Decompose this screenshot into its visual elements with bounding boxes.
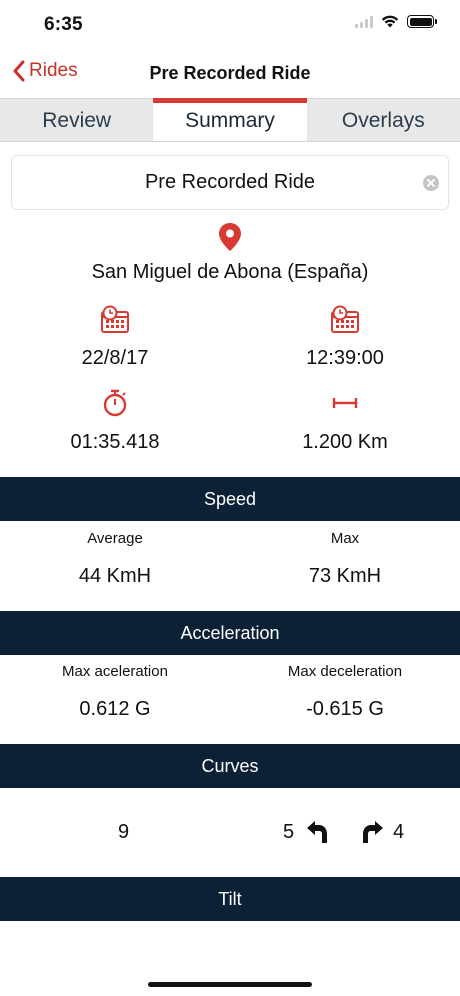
navigation-bar: Rides Pre Recorded Ride bbox=[0, 50, 460, 98]
calendar-clock-icon bbox=[101, 305, 129, 333]
ride-name-field bbox=[11, 155, 449, 210]
curves-section-header: Curves bbox=[0, 744, 460, 788]
distance-value: 1.200 Km bbox=[302, 431, 388, 453]
max-speed-cell: Max 73 KmH bbox=[230, 530, 460, 588]
left-curves-value: 5 bbox=[283, 821, 295, 843]
max-acceleration-value: 0.612 G bbox=[79, 698, 151, 720]
home-indicator[interactable] bbox=[148, 982, 312, 987]
turn-right-arrow-icon bbox=[363, 821, 383, 843]
date-value: 22/8/17 bbox=[81, 347, 149, 369]
date-cell: 22/8/17 bbox=[0, 305, 230, 370]
max-speed-value: 73 KmH bbox=[308, 565, 382, 587]
tab-overlays[interactable]: Overlays bbox=[307, 99, 460, 141]
distance-cell: 1.200 Km bbox=[230, 389, 460, 454]
max-deceleration-label: Max deceleration bbox=[287, 663, 403, 680]
max-acceleration-cell: Max aceleration 0.612 G bbox=[0, 663, 230, 721]
max-deceleration-cell: Max deceleration -0.615 G bbox=[230, 663, 460, 721]
average-speed-cell: Average 44 KmH bbox=[0, 530, 230, 588]
stopwatch-icon bbox=[103, 389, 127, 417]
curves-total-value: 9 bbox=[118, 821, 130, 843]
tab-bar: Review Summary Overlays bbox=[0, 98, 460, 142]
turn-left-arrow-icon bbox=[307, 821, 327, 843]
status-bar: 6:35 bbox=[0, 0, 460, 50]
page-title: Pre Recorded Ride bbox=[149, 63, 311, 83]
tab-review[interactable]: Review bbox=[0, 99, 153, 141]
status-icons bbox=[355, 15, 437, 28]
status-time: 6:35 bbox=[44, 14, 83, 35]
right-curves-value: 4 bbox=[393, 821, 405, 843]
clear-text-button[interactable] bbox=[423, 175, 439, 191]
wifi-icon bbox=[381, 15, 399, 28]
battery-icon bbox=[407, 15, 437, 28]
calendar-clock-icon bbox=[331, 305, 359, 333]
time-cell: 12:39:00 bbox=[230, 305, 460, 370]
duration-value: 01:35.418 bbox=[70, 431, 160, 453]
cellular-signal-icon bbox=[355, 15, 373, 28]
time-value: 12:39:00 bbox=[306, 347, 384, 369]
average-speed-value: 44 KmH bbox=[78, 565, 152, 587]
tilt-section-header: Tilt bbox=[0, 877, 460, 921]
speed-section-header: Speed bbox=[0, 477, 460, 521]
map-pin-icon bbox=[219, 223, 241, 251]
max-speed-label: Max bbox=[330, 530, 360, 547]
location-text: San Miguel de Abona (España) bbox=[91, 261, 369, 283]
acceleration-section-header: Acceleration bbox=[0, 611, 460, 655]
max-deceleration-value: -0.615 G bbox=[306, 698, 384, 720]
ride-name-input[interactable] bbox=[12, 156, 448, 209]
max-acceleration-label: Max aceleration bbox=[62, 663, 168, 680]
duration-cell: 01:35.418 bbox=[0, 389, 230, 454]
tab-summary[interactable]: Summary bbox=[153, 98, 307, 141]
distance-icon bbox=[332, 398, 358, 408]
average-speed-label: Average bbox=[87, 530, 143, 547]
